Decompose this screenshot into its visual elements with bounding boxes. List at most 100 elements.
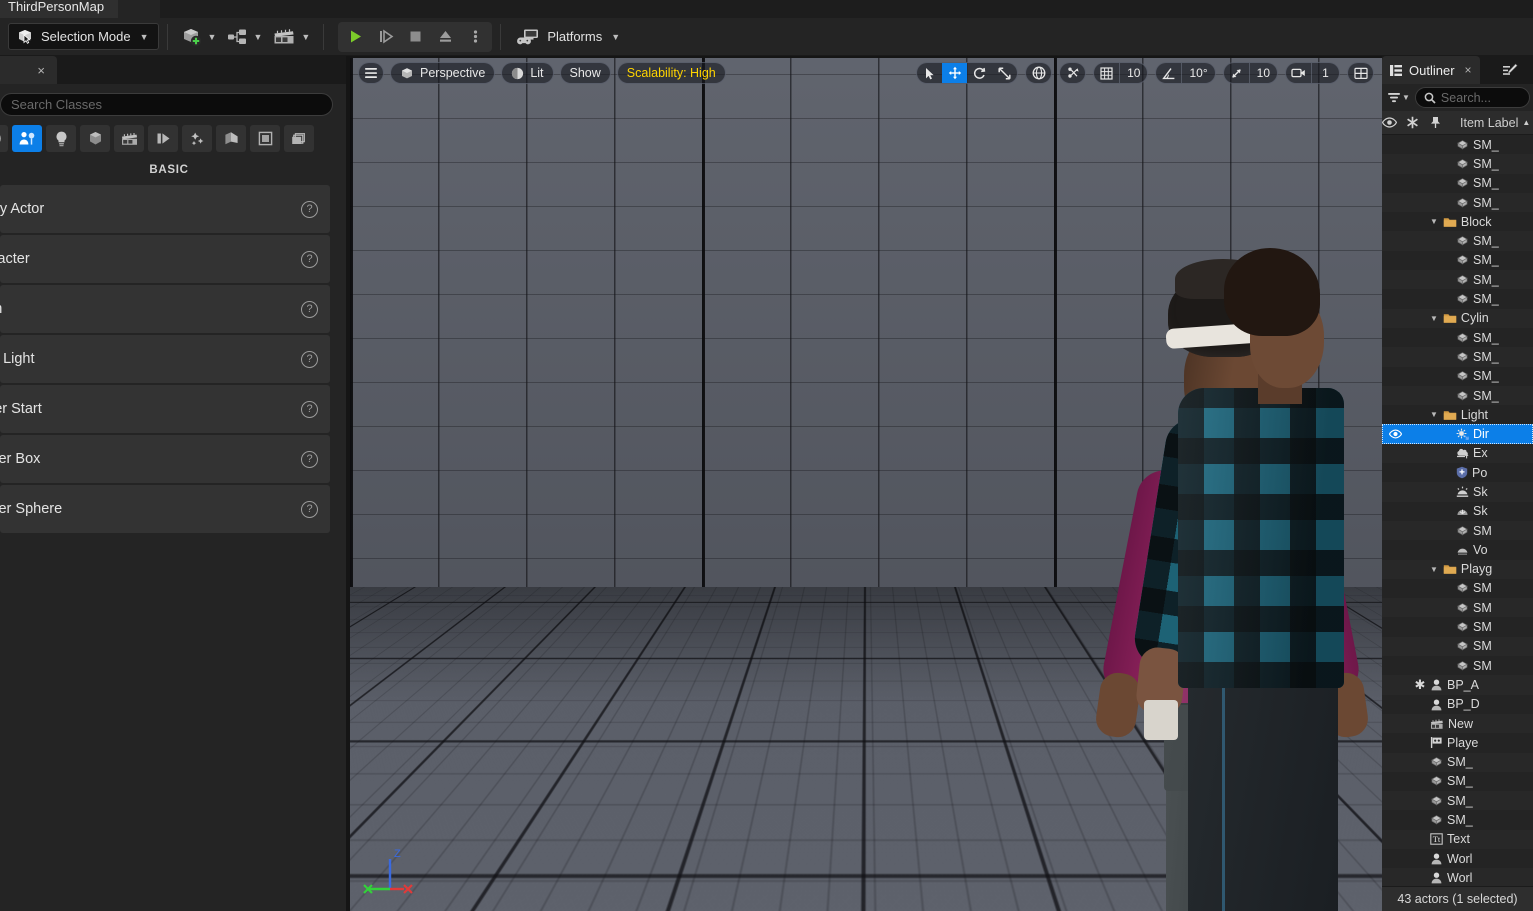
- help-icon[interactable]: ?: [301, 450, 318, 468]
- rotate-tool-icon[interactable]: [967, 63, 992, 83]
- help-icon[interactable]: ?: [301, 400, 318, 418]
- outliner-actor-row[interactable]: New: [1382, 713, 1533, 734]
- expand-triangle-icon[interactable]: ▼: [1430, 565, 1438, 574]
- outliner-actor-row[interactable]: SM: [1382, 636, 1533, 657]
- list-item[interactable]: Trigger Sphere ?: [0, 485, 330, 533]
- outliner-actor-row[interactable]: SM_: [1382, 328, 1533, 347]
- grid-snap-value[interactable]: 10: [1119, 63, 1147, 83]
- view-mode-perspective-button[interactable]: Perspective: [390, 62, 496, 84]
- row-favorite-icon[interactable]: ✱: [1408, 677, 1432, 693]
- scale-snap-value[interactable]: 10: [1248, 63, 1277, 83]
- grid-snap-icon[interactable]: [1094, 63, 1119, 83]
- scale-snap-icon[interactable]: [1224, 63, 1249, 83]
- column-visibility-icon[interactable]: [1382, 117, 1406, 128]
- outliner-actor-row[interactable]: SM_: [1382, 231, 1533, 251]
- outliner-actor-row[interactable]: Vo: [1382, 540, 1533, 559]
- outliner-actor-row[interactable]: SM_: [1382, 174, 1533, 193]
- outliner-filter-button[interactable]: ▼: [1385, 87, 1412, 109]
- outliner-actor-row[interactable]: SM_: [1382, 347, 1533, 367]
- outliner-actor-row[interactable]: SM_: [1382, 367, 1533, 386]
- visual-effects-icon[interactable]: [148, 125, 178, 152]
- tab-outliner[interactable]: Outliner ×: [1382, 56, 1480, 84]
- all-classes-icon[interactable]: [250, 125, 280, 152]
- stop-button[interactable]: [400, 23, 430, 51]
- basic-icon[interactable]: [12, 125, 42, 152]
- outliner-actor-row[interactable]: SM_: [1382, 289, 1533, 308]
- outliner-actor-row[interactable]: Sk: [1382, 482, 1533, 502]
- selection-mode-dropdown[interactable]: Selection Mode ▼: [8, 23, 159, 50]
- play-more-options-button[interactable]: [460, 23, 490, 51]
- camera-icon[interactable]: [1286, 63, 1311, 83]
- list-item[interactable]: Pawn ?: [0, 285, 330, 333]
- column-item-label[interactable]: Item Label ▲: [1454, 116, 1533, 130]
- eject-button[interactable]: [430, 23, 460, 51]
- surface-snapping-icon[interactable]: [1060, 63, 1085, 83]
- geometry-icon[interactable]: [216, 125, 246, 152]
- skip-button[interactable]: [370, 23, 400, 51]
- list-item[interactable]: Empty Actor ?: [0, 185, 330, 233]
- outliner-actor-row[interactable]: SM_: [1382, 791, 1533, 811]
- outliner-actor-row[interactable]: SM: [1382, 598, 1533, 618]
- outliner-row-selected[interactable]: Dir: [1382, 424, 1533, 444]
- outliner-actor-row[interactable]: SM_: [1382, 810, 1533, 829]
- outliner-tree[interactable]: SM_ SM_ SM_ SM_ ▼ Block SM_ SM_ SM_ SM_ ▼ Cylin SM_ S…: [1382, 135, 1533, 886]
- list-item[interactable]: Point Light ?: [0, 335, 330, 383]
- close-icon[interactable]: ×: [1465, 63, 1472, 77]
- select-tool-icon[interactable]: [917, 63, 942, 83]
- outliner-actor-row[interactable]: SM_: [1382, 270, 1533, 290]
- column-pin-icon[interactable]: [1430, 116, 1454, 129]
- viewport-layout-icon[interactable]: [1348, 63, 1373, 83]
- help-icon[interactable]: ?: [301, 300, 318, 318]
- outliner-actor-row[interactable]: Playe: [1382, 733, 1533, 752]
- camera-speed-value[interactable]: 1: [1311, 63, 1339, 83]
- list-item[interactable]: Trigger Box ?: [0, 435, 330, 483]
- blueprints-button[interactable]: ▼: [221, 22, 267, 52]
- cinematic-icon[interactable]: [114, 125, 144, 152]
- outliner-folder-row[interactable]: ▼ Block: [1382, 212, 1533, 231]
- outliner-folder-row[interactable]: ▼ Playg: [1382, 559, 1533, 579]
- outliner-folder-row[interactable]: ▼ Light: [1382, 405, 1533, 424]
- outliner-actor-row[interactable]: Worl: [1382, 849, 1533, 868]
- list-item[interactable]: Character ?: [0, 235, 330, 283]
- add-actor-button[interactable]: ▼: [176, 22, 222, 52]
- outliner-actor-row[interactable]: SM: [1382, 656, 1533, 675]
- outliner-actor-row[interactable]: SM_: [1382, 752, 1533, 772]
- outliner-actor-row[interactable]: Po: [1382, 463, 1533, 482]
- tab-details[interactable]: [1495, 56, 1533, 84]
- expand-triangle-icon[interactable]: ▼: [1430, 410, 1438, 419]
- outliner-actor-row[interactable]: SM_: [1382, 251, 1533, 270]
- outliner-actor-row[interactable]: SM_: [1382, 192, 1533, 213]
- outliner-actor-row[interactable]: SM: [1382, 520, 1533, 541]
- column-favorite-icon[interactable]: [1406, 116, 1430, 129]
- place-actors-search-input[interactable]: Search Classes: [0, 93, 333, 116]
- shapes-icon[interactable]: [80, 125, 110, 152]
- help-icon[interactable]: ?: [301, 500, 318, 518]
- list-item[interactable]: Player Start ?: [0, 385, 330, 433]
- viewport-options-menu[interactable]: [358, 62, 384, 84]
- outliner-actor-row[interactable]: Sk: [1382, 502, 1533, 521]
- outliner-actor-row[interactable]: SM_: [1382, 385, 1533, 406]
- outliner-actor-row[interactable]: SM_: [1382, 772, 1533, 791]
- tab-thirdpersonmap[interactable]: ThirdPersonMap: [0, 0, 119, 18]
- show-flags-button[interactable]: Show: [559, 62, 611, 84]
- row-visibility-icon[interactable]: [1382, 429, 1408, 439]
- volumes-icon[interactable]: [182, 125, 212, 152]
- angle-snap-icon[interactable]: [1156, 63, 1181, 83]
- lighting-mode-button[interactable]: Lit: [501, 62, 554, 84]
- outliner-folder-row[interactable]: ▼ Cylin: [1382, 308, 1533, 328]
- outliner-actor-row[interactable]: ✱ BP_A: [1382, 675, 1533, 695]
- cinematics-button[interactable]: ▼: [267, 22, 315, 52]
- outliner-search-input[interactable]: Search...: [1414, 87, 1530, 108]
- angle-snap-value[interactable]: 10°: [1181, 63, 1214, 83]
- tab-place-actors[interactable]: ×: [0, 56, 57, 84]
- outliner-actor-row[interactable]: Worl: [1382, 868, 1533, 886]
- more-classes-icon[interactable]: [284, 125, 314, 152]
- lights-icon[interactable]: [46, 125, 76, 152]
- move-tool-icon[interactable]: [942, 63, 968, 83]
- level-viewport[interactable]: Perspective Lit Show Scalability: High 1…: [350, 58, 1382, 911]
- help-icon[interactable]: ?: [301, 200, 318, 218]
- outliner-actor-row[interactable]: Tt Text: [1382, 829, 1533, 849]
- scalability-button[interactable]: Scalability: High: [616, 62, 726, 84]
- outliner-actor-row[interactable]: SM_: [1382, 154, 1533, 174]
- play-button[interactable]: [340, 23, 370, 51]
